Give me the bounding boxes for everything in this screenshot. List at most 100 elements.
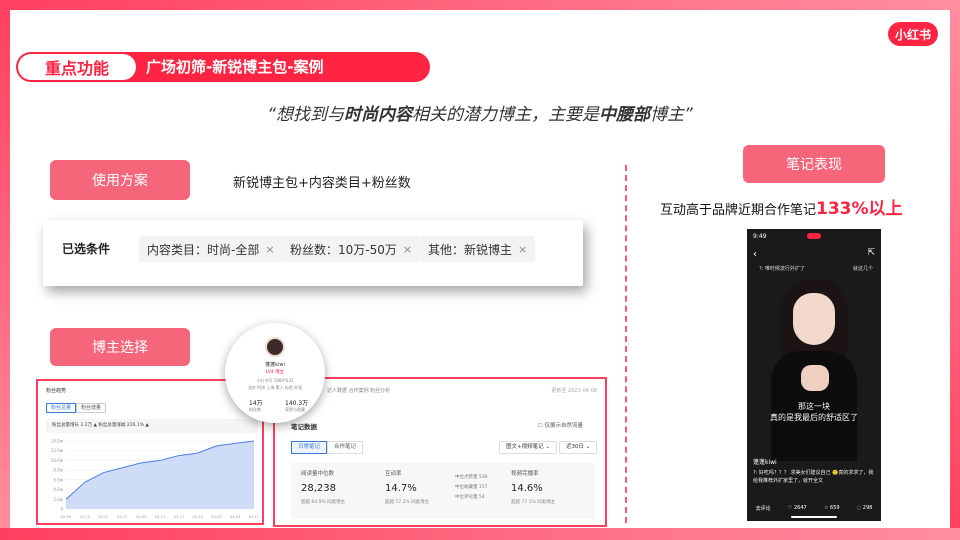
share-icon[interactable]: ⇱ [867,248,875,258]
video-person [771,279,857,461]
fan-trend-panel: 粉丝趋势 粉丝总量 粉丝增量 粉丝总量增长 3.2万 ▲ 粉丝总量涨幅 226.… [36,379,264,525]
metric-value: 28,238 [301,483,336,494]
metric-value: 14.6% [511,483,543,494]
metric-sub: 超越 84.9% 同类博主 [301,500,346,505]
frame-right [950,0,960,540]
like-icon[interactable]: ♡ 2647 [788,505,807,511]
profile-level: LV4 博主 [265,370,285,375]
chip-label: 其他：新锐博主 [428,242,513,257]
condition-chip[interactable]: 其他：新锐博主 × [420,236,536,262]
caption-highlight: 以上 [868,199,903,219]
quote-part: “想找到与 [267,105,344,125]
note-type-select[interactable]: 图文+视频笔记 ⌄ [499,441,557,454]
back-icon[interactable]: ‹ [753,249,757,260]
profile-name: 蓬蓬kiwi [265,362,285,368]
notes-date: 更新至 2023-04-08 [551,388,597,394]
notes-top-tabs[interactable]: 达人数据 合作案例 粉丝分析 [327,387,390,394]
y-tick-label: 6.0w [53,477,63,482]
metric-sub: 超越 77.1% 同类博主 [511,500,556,505]
x-tick-label: 03-29 [211,515,222,519]
profile-likes-value: 140.3万 [285,400,309,407]
quote-part: 博主” [650,105,693,125]
tab-fan-total[interactable]: 粉丝总量 [46,403,77,413]
frame-left [0,0,10,540]
slide: 小红书 重点功能 广场初筛-新锐博主包-案例 “想找到与时尚内容相关的潜力博主，… [0,0,960,540]
metric-sub: 超越 57.2% 同类博主 [385,500,430,505]
notes-title: 笔记数据 [291,423,317,431]
trend-stats: 粉丝总量增长 3.2万 ▲ 粉丝总量涨幅 226.1% ▲ [46,419,258,433]
y-tick-label: 0 [60,507,63,512]
checkbox-label: 仅展示自然流量 [544,423,583,429]
condition-chip[interactable]: 内容类目：时尚-全部 × [139,236,283,262]
subtitle-line: 真的是我最后的舒适区了 [770,413,858,422]
tab-coop-notes[interactable]: 合作笔记 [327,441,364,454]
selected-conditions-card: 已选条件 内容类目：时尚-全部 × 粉丝数：10万-50万 × 其他：新锐博主 × [43,220,583,286]
close-icon[interactable]: × [518,243,527,256]
y-tick-label: 14.0w [51,439,64,444]
plan-text: 新锐博主包+内容类目+粉丝数 [233,176,411,191]
quote: “想找到与时尚内容相关的潜力博主，主要是中腰部博主” [0,100,960,125]
y-tick-label: 8.0w [53,468,63,473]
metric-engagement: 互动率 14.7% 超越 57.2% 同类博主 [385,469,429,505]
y-tick-label: 4.0w [53,487,63,492]
chip-label: 内容类目：时尚-全部 [147,242,260,257]
y-tick-label: 2.0w [53,497,63,502]
x-tick-label: 02-15 [80,515,90,519]
quote-emphasis: 时尚内容 [344,105,412,125]
hands-shape [801,365,829,391]
metric-label: 视频完播率 [511,471,539,477]
natural-traffic-checkbox[interactable]: ☐ 仅展示自然流量 [538,421,583,429]
profile-fans-value: 14万 [249,400,263,407]
tab-fan-increment[interactable]: 粉丝增量 [76,403,107,413]
note-performance-caption: 互动高于品牌近期合作笔记133%以上 [660,194,950,219]
phone-top-right-text: 就这几个 [852,266,873,272]
phone-screenshot: 9:49 ‹ ⇱ ?: 唯时候流行外扩了 就这几个 那这一块 真的是我最后的舒适… [747,229,881,521]
notes-data-panel: 达人数据 合作案例 粉丝分析 更新至 2023-04-08 笔记数据 ☐ 仅展示… [273,377,607,527]
metric-value: 14.7% [385,483,417,494]
star-count: 659 [830,505,840,511]
tab-daily-notes[interactable]: 日常笔记 [291,441,328,454]
frame-top [0,0,960,10]
profile-info: 小红书号 1960*632 北京 时尚 上海 素人 标签 外观 [225,377,325,391]
close-icon[interactable]: × [265,243,274,256]
star-icon[interactable]: ☆ 659 [824,505,840,511]
profile-info-line: 小红书号 1960*632 [256,378,294,383]
x-tick-label: 03-17 [174,515,184,519]
note-performance-button[interactable]: 笔记表现 [743,145,885,183]
metric-completion: 视频完播率 14.6% 超越 77.1% 同类博主 [511,469,555,505]
video-subtitle: 那这一块 真的是我最后的舒适区了 [747,401,881,423]
profile-info-line: 北京 时尚 上海 素人 标签 外观 [247,385,303,390]
comment-icon[interactable]: ◌ 298 [857,505,873,511]
condition-chip[interactable]: 粉丝数：10万-50万 × [282,236,421,262]
sub-metric: 中位收藏量 157 [455,485,488,490]
video-user[interactable]: 蓬蓬kiwi [753,457,777,466]
y-tick-label: 12.0w [51,448,64,453]
profile-fans-label: 粉丝数 [249,407,261,412]
x-tick-label: 02-21 [98,515,108,519]
subtitle-line: 那这一块 [798,402,830,411]
avatar[interactable] [265,337,285,357]
divider [625,165,627,523]
sub-metric: 中位点赞量 530 [455,475,488,480]
close-icon[interactable]: × [403,243,412,256]
section-key-label: 重点功能 [18,54,136,80]
comment-input[interactable]: 去评论 [756,505,771,512]
metric-read-median: 阅读量中位数 28,238 超越 84.9% 同类博主 [301,469,345,505]
y-tick-label: 10.0w [51,458,64,463]
sub-metric: 中位评论量 54 [455,495,485,500]
blogger-profile-zoom: 蓬蓬kiwi LV4 博主 小红书号 1960*632 北京 时尚 上海 素人 … [225,323,325,423]
chip-label: 粉丝数：10万-50万 [290,242,397,257]
period-select[interactable]: 近30日 ⌄ [559,441,598,454]
x-tick-label: 03-23 [192,515,202,519]
plan-button[interactable]: 使用方案 [50,160,190,200]
blogger-select-button[interactable]: 博主选择 [50,328,190,366]
caption-text: 互动高于品牌近期合作笔记 [660,203,817,218]
metrics-panel: 阅读量中位数 28,238 超越 84.9% 同类博主 互动率 14.7% 超越… [291,463,595,519]
quote-part: 相关的潜力博主，主要是 [412,105,599,125]
fan-trend-chart: 14.0w 12.0w 10.0w 8.0w 6.0w 4.0w 2.0w 0 02-09 02-… [51,439,258,520]
status-time: 9:49 [753,233,767,240]
frame-bottom [0,528,960,540]
caption-highlight: 133% [816,199,869,219]
sub-metrics: 中位点赞量 530 中位收藏量 157 中位评论量 54 [455,473,488,503]
x-tick-label: 02-27 [117,515,127,519]
